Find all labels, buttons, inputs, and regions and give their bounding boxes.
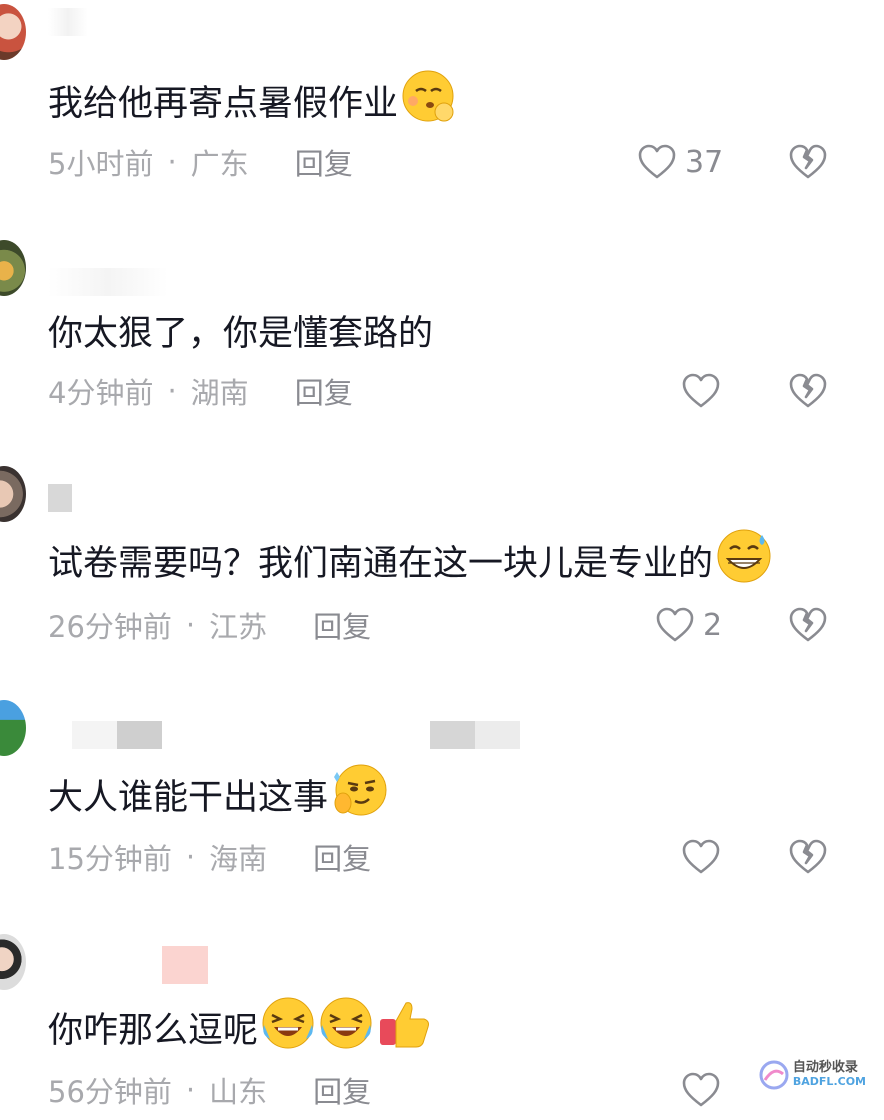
username-blurred [430,721,520,749]
thumbs-up-emoji [376,995,432,1060]
avatar[interactable] [0,466,26,522]
smug-face-emoji [330,761,388,828]
comment-time: 5小时前 [48,147,154,181]
avatar[interactable] [0,934,26,990]
grinning-sweat-emoji [715,527,773,594]
username-blurred [48,268,168,296]
rolling-laughing-emoji [318,995,374,1060]
comment-location: 广东 [190,147,249,181]
comment-text: 你咋那么逗呢 [48,997,432,1056]
username-blurred [48,484,158,512]
comment-location: 江苏 [209,610,268,644]
meta-separator: · [167,145,177,179]
comment-text: 我给他再寄点暑假作业 [48,70,456,128]
heart-icon [638,144,676,179]
comment-location: 山东 [209,1075,268,1109]
comment-meta: 56分钟前 · 山东 回复 [48,1070,371,1110]
comment-location: 海南 [209,842,268,876]
username-blurred [48,8,88,36]
comment-time: 4分钟前 [48,376,154,410]
rolling-laughing-emoji [260,995,316,1060]
avatar[interactable] [0,240,26,296]
like-button[interactable] [681,371,721,411]
dislike-button[interactable] [788,371,828,415]
comment-location: 湖南 [190,376,249,410]
dislike-button[interactable] [788,837,828,881]
like-button[interactable]: 37 [637,142,723,182]
broken-heart-icon [789,373,827,408]
broken-heart-icon [789,144,827,179]
comment-meta: 15分钟前 · 海南 回复 [48,837,371,877]
watermark-domain: BADFL.COM [792,1075,866,1088]
watermark-title: 自动秒收录 [792,1060,858,1075]
dislike-button[interactable] [788,142,828,186]
watermark: 自动秒收录 BADFL.COM [759,1060,866,1090]
meta-separator: · [185,840,196,874]
meta-separator: · [185,1073,196,1107]
watermark-logo-icon [759,1060,789,1090]
meta-separator: · [167,374,177,408]
heart-icon [682,1072,720,1107]
comment-meta: 5小时前 · 广东 回复 [48,142,353,182]
comment-text: 你太狠了，你是懂套路的 [48,313,434,354]
shushing-face-emoji [400,68,456,133]
like-count: 2 [703,607,723,643]
reply-button[interactable]: 回复 [313,836,371,878]
heart-icon [682,373,720,408]
dislike-button[interactable] [788,605,828,649]
meta-separator: · [185,608,196,642]
avatar[interactable] [0,4,26,60]
reply-button[interactable]: 回复 [313,1069,371,1111]
like-count: 37 [685,144,724,180]
like-button[interactable] [681,1070,721,1110]
like-button[interactable] [681,837,721,877]
comment-text: 大人谁能干出这事 [48,764,388,823]
like-button[interactable]: 2 [655,605,722,645]
broken-heart-icon [789,839,827,874]
heart-icon [682,839,720,874]
comment-text: 试卷需要吗？我们南通在这一块儿是专业的 [48,529,773,590]
broken-heart-icon [789,607,827,642]
avatar[interactable] [0,700,26,756]
reply-button[interactable]: 回复 [295,141,353,183]
comment-time: 56分钟前 [48,1075,172,1109]
comment-time: 26分钟前 [48,610,172,644]
comment-time: 15分钟前 [48,842,172,876]
comment-meta: 4分钟前 · 湖南 回复 [48,371,353,411]
username-blurred [72,721,162,749]
reply-button[interactable]: 回复 [313,604,371,646]
reply-button[interactable]: 回复 [295,370,353,412]
comment-meta: 26分钟前 · 江苏 回复 [48,605,371,645]
username-blurred [162,946,208,984]
heart-icon [656,607,694,642]
